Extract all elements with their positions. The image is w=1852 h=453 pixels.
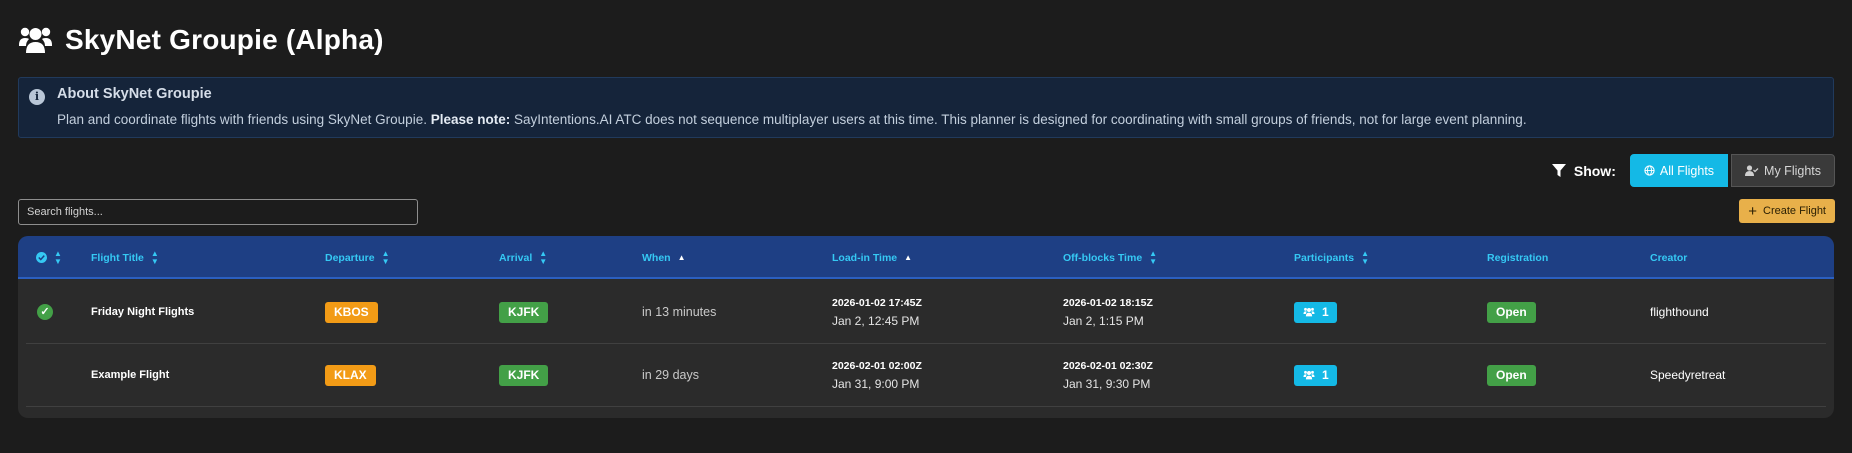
sort-icon: ▲ ▼ [150,248,159,266]
info-icon: i [29,89,45,105]
column-label: Flight Title [91,251,144,264]
sort-icon: ▲ ▼ [1361,248,1370,266]
flights-table: ▲ ▼ Flight Title ▲ ▼ Departure ▲ ▼ Arrival … [18,236,1834,418]
table-row[interactable]: ✓ Friday Night Flights KBOS KJFK in 13 m… [26,281,1826,344]
registration-cell: Open [1487,344,1536,406]
departure-cell: KBOS [325,281,378,343]
column-header-when[interactable]: When ▲ [642,236,686,279]
globe-icon [1644,165,1655,176]
table-header: ▲ ▼ Flight Title ▲ ▼ Departure ▲ ▼ Arrival … [18,236,1834,279]
load-in-utc: 2026-01-02 17:45Z [832,296,922,309]
filter-icon [1551,163,1566,177]
column-label: Load-in Time [832,251,898,264]
column-header-load-in-time[interactable]: Load-in Time ▲ [832,236,912,279]
participants-badge[interactable]: 1 [1294,301,1337,323]
sort-ascending-icon: ▲ [904,253,913,262]
about-heading: About SkyNet Groupie [57,86,212,102]
show-label: Show: [1573,162,1616,179]
column-label: Participants [1294,251,1355,264]
about-note-label: Please note: [430,112,511,127]
participants-count: 1 [1322,368,1329,382]
registration-cell: Open [1487,281,1536,343]
page-header: SkyNet Groupie (Alpha) [18,24,384,56]
column-header-arrival[interactable]: Arrival ▲ ▼ [499,236,547,279]
joined-check-icon: ✓ [37,304,53,320]
table-row[interactable]: Example Flight KLAX KJFK in 29 days 2026… [26,344,1826,407]
column-header-participants[interactable]: Participants ▲ ▼ [1294,236,1369,279]
off-blocks-utc: 2026-02-01 02:30Z [1063,359,1153,372]
column-header-joined[interactable]: ▲ ▼ [36,236,62,279]
search-input[interactable] [18,199,418,225]
load-in-local: Jan 31, 9:00 PM [832,376,920,391]
participants-cell: 1 [1294,344,1337,406]
about-panel: i About SkyNet Groupie Plan and coordina… [18,77,1834,138]
column-header-off-blocks-time[interactable]: Off-blocks Time ▲ ▼ [1063,236,1157,279]
column-label: Registration [1487,251,1549,264]
creator-cell: Speedyretreat [1650,368,1726,382]
users-icon [19,27,52,53]
sort-icon: ▲ ▼ [54,248,62,266]
joined-cell: ✓ [37,281,53,343]
about-text-intro: Plan and coordinate flights with friends… [57,112,427,127]
about-text: Plan and coordinate flights with friends… [57,112,1527,127]
registration-badge: Open [1487,364,1536,386]
users-icon [1303,370,1315,380]
off-blocks-cell: 2026-01-02 18:15Z Jan 2, 1:15 PM [1063,281,1153,343]
page-title: SkyNet Groupie (Alpha) [65,24,384,55]
user-check-icon [1745,165,1759,176]
load-in-utc: 2026-02-01 02:00Z [832,359,922,372]
load-in-cell: 2026-01-02 17:45Z Jan 2, 12:45 PM [832,281,922,343]
flight-title[interactable]: Example Flight [91,344,169,406]
column-label: Creator [1650,251,1688,264]
plus-icon: + [1748,202,1758,220]
column-header-creator: Creator [1650,236,1687,279]
users-icon [1303,307,1315,317]
column-header-departure[interactable]: Departure ▲ ▼ [325,236,390,279]
off-blocks-cell: 2026-02-01 02:30Z Jan 31, 9:30 PM [1063,344,1153,406]
load-in-local: Jan 2, 12:45 PM [832,313,920,328]
all-flights-label: All Flights [1659,163,1715,178]
creator-cell: flighthound [1650,305,1709,319]
column-label: When [642,251,671,264]
participants-count: 1 [1322,305,1329,319]
column-label: Arrival [499,251,533,264]
column-header-registration: Registration [1487,236,1548,279]
my-flights-label: My Flights [1764,163,1821,178]
registration-badge: Open [1487,301,1536,323]
sort-icon: ▲ ▼ [539,248,548,266]
flight-filter: Show: All Flights My Flights [1551,154,1835,187]
create-flight-button[interactable]: + Create Flight [1739,199,1835,223]
sort-ascending-icon: ▲ [677,253,686,262]
my-flights-button[interactable]: My Flights [1731,154,1835,187]
when-cell: in 29 days [642,368,699,382]
participants-badge[interactable]: 1 [1294,364,1337,386]
arrival-cell: KJFK [499,344,549,406]
sort-icon: ▲ ▼ [381,248,390,266]
sort-icon: ▲ ▼ [1149,248,1158,266]
arrival-badge: KJFK [499,301,549,323]
off-blocks-local: Jan 2, 1:15 PM [1063,313,1144,328]
column-header-flight-title[interactable]: Flight Title ▲ ▼ [91,236,159,279]
arrival-badge: KJFK [499,364,549,386]
when-cell: in 13 minutes [642,305,717,319]
flight-title[interactable]: Friday Night Flights [91,281,194,343]
create-flight-label: Create Flight [1763,205,1826,217]
departure-badge: KLAX [325,364,376,386]
off-blocks-utc: 2026-01-02 18:15Z [1063,296,1153,309]
arrival-cell: KJFK [499,281,549,343]
departure-badge: KBOS [325,301,378,323]
off-blocks-local: Jan 31, 9:30 PM [1063,376,1151,391]
load-in-cell: 2026-02-01 02:00Z Jan 31, 9:00 PM [832,344,922,406]
participants-cell: 1 [1294,281,1337,343]
about-text-note: SayIntentions.AI ATC does not sequence m… [514,112,1527,127]
column-label: Off-blocks Time [1063,251,1143,264]
check-circle-icon [36,252,47,263]
departure-cell: KLAX [325,344,376,406]
all-flights-button[interactable]: All Flights [1629,154,1729,187]
column-label: Departure [325,251,375,264]
